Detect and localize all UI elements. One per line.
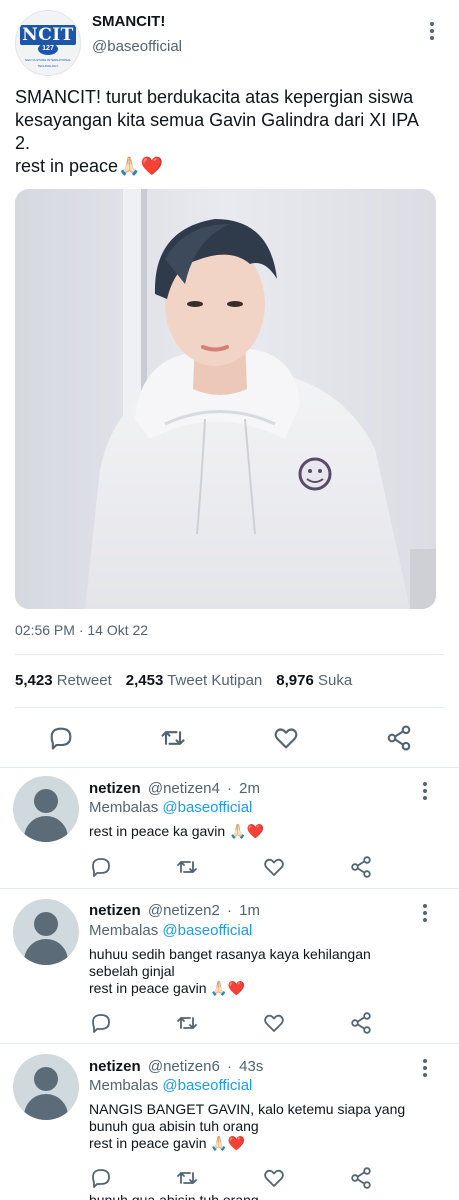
share-icon[interactable] (349, 855, 373, 879)
reply-text: huhuu sedih banget rasanya kaya kehilang… (89, 946, 371, 996)
portrait-image (15, 189, 436, 609)
mention-link[interactable]: @baseofficial (162, 1077, 252, 1094)
author-handle[interactable]: @baseofficial (92, 38, 182, 55)
share-icon[interactable] (349, 1166, 373, 1190)
heart-icon[interactable] (262, 855, 286, 879)
author-name[interactable]: SMANCIT! (92, 13, 165, 30)
divider (15, 707, 444, 708)
reply-author-handle[interactable]: @netizen6 (148, 1058, 220, 1075)
ncit-logo: NCIT 127 NEO CULTURE INTERNATIONAL TECHN… (20, 25, 76, 68)
reply-author-handle[interactable]: @netizen4 (148, 780, 220, 797)
reply-icon[interactable] (89, 855, 113, 879)
mention-link[interactable]: @baseofficial (162, 799, 252, 816)
tweet-line: 2. (15, 133, 31, 153)
tweet-action-bar (0, 720, 459, 756)
tweet-line: rest in peace🙏🏻❤️ (15, 156, 163, 176)
reply-icon[interactable] (47, 724, 75, 752)
reply-item[interactable]: netizen @netizen2 · 1m Membalas @baseoff… (0, 889, 459, 1043)
reply-text: rest in peace ka gavin 🙏🏻❤️ (89, 823, 264, 839)
reply-time: 2m (239, 780, 260, 797)
reply-item[interactable]: netizen @netizen4 · 2m Membalas @baseoff… (0, 768, 459, 888)
divider (15, 654, 444, 655)
reply-author-name[interactable]: netizen (89, 780, 141, 797)
heart-icon[interactable] (262, 1166, 286, 1190)
heart-icon[interactable] (262, 1011, 286, 1035)
reply-text: NANGIS BANGET GAVIN, kalo ketemu siapa y… (89, 1101, 406, 1151)
tweet-stats: 5,423 Retweet 2,453 Tweet Kutipan 8,976 Su… (15, 672, 366, 689)
tweet-line: kesayangan kita semua Gavin Galindra dar… (15, 110, 419, 130)
more-icon[interactable] (418, 1057, 432, 1079)
replying-to: Membalas @baseofficial (89, 922, 253, 939)
reply-dot: · (226, 902, 232, 919)
replying-to: Membalas @baseofficial (89, 799, 253, 816)
reply-author-name[interactable]: netizen (89, 1058, 141, 1075)
reply-action-bar (0, 1009, 459, 1039)
account-avatar[interactable]: NCIT 127 NEO CULTURE INTERNATIONAL TECHN… (15, 10, 81, 76)
reply-item[interactable]: netizen @netizen6 · 43s Membalas @baseof… (0, 1044, 459, 1200)
reply-icon[interactable] (89, 1166, 113, 1190)
retweet-icon[interactable] (175, 855, 199, 879)
logo-number: 127 (38, 43, 58, 55)
reply-header: netizen @netizen2 · 1m (89, 902, 260, 919)
more-icon[interactable] (418, 780, 432, 802)
avatar[interactable] (13, 1054, 79, 1120)
share-icon[interactable] (349, 1011, 373, 1035)
logo-text: NCIT (20, 25, 76, 45)
reply-time: 1m (239, 902, 260, 919)
tweet-timestamp[interactable]: 02:56 PM · 14 Okt 22 (15, 622, 148, 638)
retweet-icon[interactable] (175, 1166, 199, 1190)
reply-header: netizen @netizen6 · 43s (89, 1058, 263, 1075)
reply-action-bar (0, 1164, 459, 1194)
avatar[interactable] (13, 899, 79, 965)
mention-link[interactable]: @baseofficial (162, 922, 252, 939)
heart-icon[interactable] (272, 724, 300, 752)
reply-action-bar (0, 853, 459, 883)
reply-dot: · (226, 1058, 232, 1075)
more-icon[interactable] (425, 20, 439, 42)
more-icon[interactable] (418, 902, 432, 924)
partial-reply-text: bunuh gua abisin tuh orang (89, 1192, 259, 1200)
reply-time: 43s (239, 1058, 264, 1075)
tweet-photo[interactable] (15, 189, 436, 609)
reply-dot: · (226, 780, 232, 797)
retweet-count[interactable]: 5,423 Retweet (15, 672, 112, 689)
like-count[interactable]: 8,976 Suka (276, 672, 352, 689)
reply-author-handle[interactable]: @netizen2 (148, 902, 220, 919)
tweet-line: SMANCIT! turut berdukacita atas kepergia… (15, 87, 414, 107)
retweet-icon[interactable] (175, 1011, 199, 1035)
avatar[interactable] (13, 776, 79, 842)
tweet-text: SMANCIT! turut berdukacita atas kepergia… (15, 86, 445, 178)
reply-icon[interactable] (89, 1011, 113, 1035)
reply-header: netizen @netizen4 · 2m (89, 780, 260, 797)
replying-to: Membalas @baseofficial (89, 1077, 253, 1094)
reply-author-name[interactable]: netizen (89, 902, 141, 919)
share-icon[interactable] (385, 724, 413, 752)
retweet-icon[interactable] (159, 724, 187, 752)
quote-count[interactable]: 2,453 Tweet Kutipan (126, 672, 263, 689)
logo-subtext: NEO CULTURE INTERNATIONAL TECHNOLOGY (25, 58, 71, 68)
